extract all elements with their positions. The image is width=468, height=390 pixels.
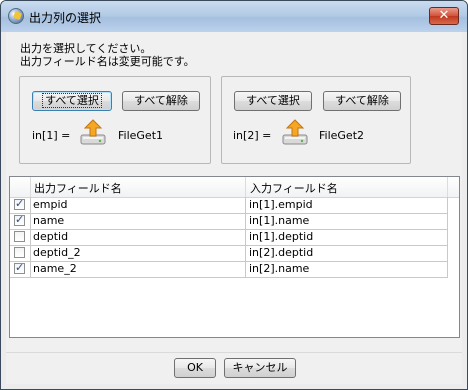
ok-button[interactable]: OK [174, 358, 216, 378]
select-all-label-1: すべて選択 [42, 93, 102, 108]
table-row[interactable]: ✓ name_2 in[2].name [10, 261, 448, 278]
header-input-field[interactable]: 入力フィールド名 [250, 180, 338, 196]
row-checkbox[interactable] [14, 231, 25, 242]
select-all-button-2[interactable]: すべて選択 [234, 91, 312, 111]
input-index-label-2: in[2] = [233, 129, 272, 142]
input-field-cell: in[2].name [249, 262, 310, 275]
row-checkbox[interactable] [14, 247, 25, 258]
input-group-1: すべて選択 すべて解除 in[1] = FileGet1 [19, 76, 211, 164]
input-field-cell: in[1].name [249, 214, 310, 227]
window-title: 出力列の選択 [29, 11, 102, 25]
dialog-window: 出力列の選択 ✕ 出力を選択してください。 出力フィールド名は変更可能です。 す… [0, 0, 468, 390]
title-bar[interactable]: 出力列の選択 ✕ [1, 1, 467, 32]
output-field-cell[interactable]: deptid_2 [33, 246, 81, 259]
output-field-cell[interactable]: name [33, 214, 64, 227]
row-checkbox[interactable]: ✓ [14, 197, 25, 210]
component-name-1: FileGet1 [118, 129, 164, 142]
component-name-2: FileGet2 [319, 129, 365, 142]
input-field-cell: in[1].empid [249, 198, 313, 211]
output-field-cell[interactable]: name_2 [33, 262, 77, 275]
deselect-all-button-1[interactable]: すべて解除 [122, 91, 200, 111]
instruction-line-2: 出力フィールド名は変更可能です。 [20, 55, 195, 68]
checkmark-icon: ✓ [15, 261, 25, 274]
table-row[interactable]: deptid in[1].deptid [10, 229, 448, 246]
input-field-cell: in[2].deptid [249, 246, 314, 259]
file-get-icon-2 [282, 119, 308, 145]
table-row[interactable]: ✓ empid in[1].empid [10, 197, 448, 214]
input-index-label-1: in[1] = [32, 129, 71, 142]
checkmark-icon: ✓ [15, 197, 25, 210]
header-output-field[interactable]: 出力フィールド名 [34, 180, 122, 196]
deselect-all-button-2[interactable]: すべて解除 [323, 91, 401, 111]
checkmark-icon: ✓ [15, 213, 25, 226]
file-get-icon-1 [80, 119, 106, 145]
app-icon [8, 8, 24, 24]
row-checkbox[interactable]: ✓ [14, 261, 25, 274]
output-field-cell[interactable]: empid [33, 198, 68, 211]
cancel-button[interactable]: キャンセル [224, 358, 296, 378]
field-table: 出力フィールド名 入力フィールド名 ✓ empid in[1].empid ✓ … [9, 176, 460, 338]
table-row[interactable]: deptid_2 in[2].deptid [10, 245, 448, 262]
input-field-cell: in[1].deptid [249, 230, 314, 243]
output-field-cell[interactable]: deptid [33, 230, 68, 243]
close-button[interactable]: ✕ [429, 7, 459, 25]
table-header: 出力フィールド名 入力フィールド名 [10, 177, 459, 198]
input-group-2: すべて選択 すべて解除 in[2] = FileGet2 [221, 76, 411, 164]
table-row[interactable]: ✓ name in[1].name [10, 213, 448, 230]
footer-divider [6, 352, 462, 353]
row-checkbox[interactable]: ✓ [14, 213, 25, 226]
select-all-button-1[interactable]: すべて選択 [32, 91, 112, 111]
